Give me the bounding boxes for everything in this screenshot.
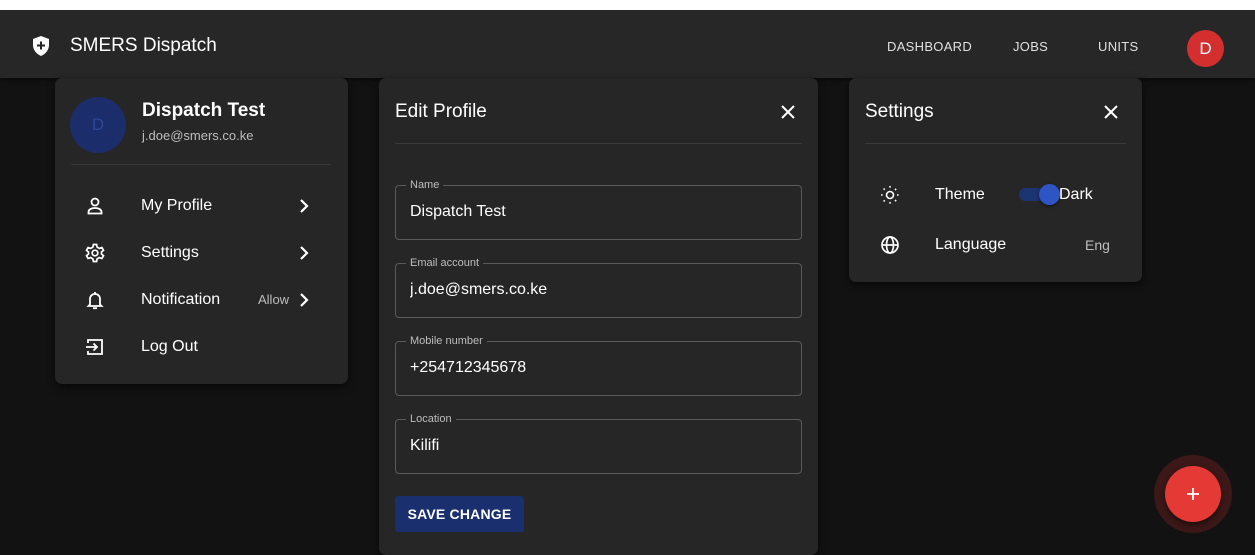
save-change-button[interactable]: SAVE CHANGE — [395, 496, 524, 532]
chevron-right-icon — [300, 199, 309, 213]
plus-icon — [1187, 488, 1199, 500]
email-input[interactable] — [410, 281, 780, 299]
divider — [865, 143, 1126, 144]
add-fab-button[interactable] — [1165, 466, 1221, 522]
settings-panel: Settings Theme Dark Language Eng — [849, 78, 1142, 282]
settings-title: Settings — [865, 101, 934, 122]
menu-item-label: Log Out — [141, 338, 198, 355]
mobile-field[interactable]: Mobile number — [395, 334, 802, 396]
language-label: Language — [935, 236, 1007, 253]
name-input[interactable] — [410, 203, 780, 221]
language-select[interactable]: Eng — [1085, 237, 1110, 253]
field-label: Email account — [406, 256, 484, 270]
avatar: D — [70, 97, 126, 153]
menu-item-notification[interactable]: Notification Allow — [55, 280, 348, 320]
profile-email: j.doe@smers.co.ke — [142, 128, 254, 143]
field-label: Location — [406, 412, 456, 426]
logout-icon — [86, 339, 103, 355]
bell-icon — [86, 292, 104, 310]
divider — [395, 143, 802, 144]
nav-units[interactable]: UNITS — [1098, 39, 1139, 54]
location-input[interactable] — [410, 437, 780, 455]
email-field[interactable]: Email account — [395, 256, 802, 318]
nav-dashboard[interactable]: DASHBOARD — [887, 39, 972, 54]
theme-setting-row: Theme Dark — [849, 176, 1142, 212]
app-screen: SMERS Dispatch DASHBOARD JOBS UNITS D D … — [0, 10, 1255, 555]
mobile-input[interactable] — [410, 359, 780, 377]
app-bar: SMERS Dispatch DASHBOARD JOBS UNITS D — [0, 10, 1255, 78]
close-icon[interactable] — [1101, 102, 1121, 122]
location-field[interactable]: Location — [395, 412, 802, 474]
gear-icon — [85, 243, 105, 263]
name-field[interactable]: Name — [395, 178, 802, 240]
edit-profile-dialog: Edit Profile Name Email account Mobile n… — [379, 78, 818, 555]
chevron-right-icon — [300, 293, 309, 307]
profile-menu: D Dispatch Test j.doe@smers.co.ke My Pro… — [55, 78, 348, 384]
menu-item-log-out[interactable]: Log Out — [55, 327, 348, 367]
sun-icon — [881, 186, 899, 204]
menu-item-label: My Profile — [141, 197, 213, 214]
shield-plus-icon — [33, 36, 49, 56]
theme-label: Theme — [935, 186, 985, 203]
person-icon — [87, 197, 103, 215]
chevron-right-icon — [300, 246, 309, 260]
globe-icon — [881, 236, 899, 254]
field-label: Name — [406, 178, 444, 192]
theme-toggle[interactable] — [1015, 184, 1061, 205]
menu-item-label: Settings — [141, 244, 199, 261]
profile-name: Dispatch Test — [142, 100, 266, 121]
menu-item-label: Notification — [141, 291, 221, 308]
field-label: Mobile number — [406, 334, 487, 348]
close-icon[interactable] — [778, 102, 798, 122]
notification-status: Allow — [258, 292, 290, 307]
toggle-thumb — [1039, 184, 1060, 205]
menu-item-my-profile[interactable]: My Profile — [55, 186, 348, 226]
divider — [71, 164, 331, 165]
nav-jobs[interactable]: JOBS — [1013, 39, 1048, 54]
language-setting-row: Language Eng — [849, 226, 1142, 262]
user-avatar-button[interactable]: D — [1187, 30, 1224, 67]
app-title: SMERS Dispatch — [70, 35, 217, 56]
dialog-title: Edit Profile — [395, 101, 487, 122]
menu-item-settings[interactable]: Settings — [55, 233, 348, 273]
theme-value: Dark — [1059, 186, 1093, 203]
